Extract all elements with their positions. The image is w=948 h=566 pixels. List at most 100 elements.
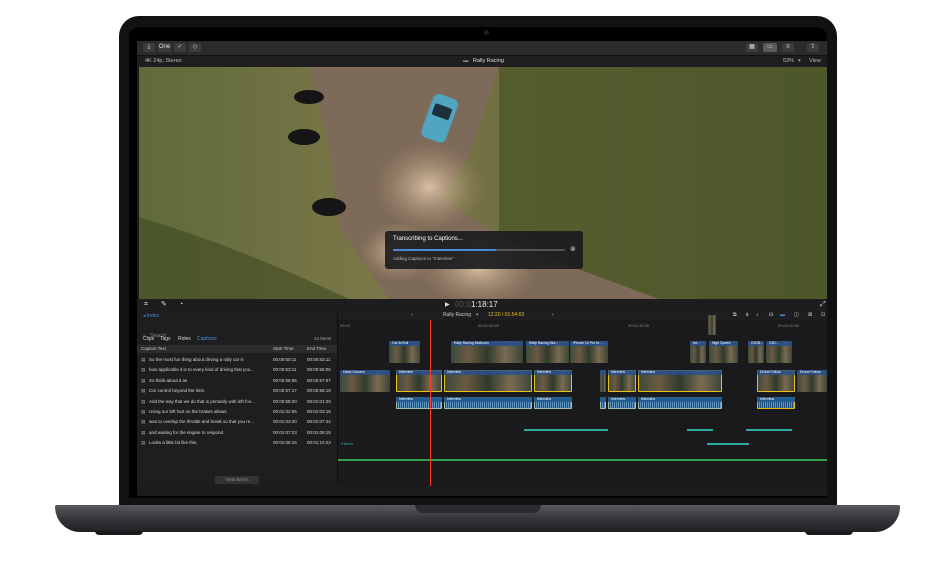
tab-clips[interactable]: Clips <box>143 336 154 342</box>
speed-icon[interactable]: ◔ <box>179 299 183 311</box>
effects-browser-icon[interactable]: ◫ <box>794 311 799 320</box>
snapping-icon[interactable]: ▬ <box>780 311 785 320</box>
audio-clip[interactable] <box>600 397 606 409</box>
grid-view-button[interactable]: ▦ <box>746 43 758 52</box>
caption-start: 00:01:02:06 <box>273 409 297 414</box>
primary-clip[interactable] <box>600 370 606 392</box>
keyword-button[interactable]: One <box>158 43 171 52</box>
index-button[interactable]: ◂ Index <box>143 313 159 319</box>
caption-end: 00:00:53:11 <box>307 357 331 362</box>
share-button[interactable]: ⇪ <box>807 43 819 52</box>
caption-row[interactable]: ▤ So the most fun thing about driving a r… <box>137 355 337 366</box>
history-back-icon[interactable]: ‹ <box>411 311 413 320</box>
close-icon[interactable]: ⊡ <box>821 311 825 320</box>
caption-text: Car control beyond the limit. <box>149 388 206 394</box>
caption-row[interactable]: ▤ Looks a little bit like this. 00:01:09:1… <box>137 438 337 449</box>
transitions-browser-icon[interactable]: ⊠ <box>808 311 812 320</box>
view-errors-button[interactable]: View Errors <box>215 476 259 484</box>
connected-clip[interactable]: Int... <box>690 341 706 363</box>
history-forward-icon[interactable]: › <box>552 311 554 320</box>
marker-clip[interactable] <box>708 315 716 335</box>
audio-skimming-icon[interactable]: ♪ <box>756 311 759 320</box>
column-start-time[interactable]: Start Time <box>273 345 294 353</box>
primary-clip[interactable]: Drone Follow <box>797 370 827 392</box>
laptop-base <box>55 505 900 532</box>
primary-clip[interactable]: Interview <box>608 370 636 392</box>
caption-browser: ◂ Index ⌕ Search Clips Tags Roles Captio… <box>137 311 338 486</box>
audio-waveform <box>608 401 636 409</box>
primary-clip[interactable]: Drone Follow <box>757 370 795 392</box>
caption-row[interactable]: ▤ And the way that we do that is primaril… <box>137 397 337 408</box>
tab-tags[interactable]: Tags <box>160 336 171 342</box>
caption-end: 00:01:01:20 <box>307 398 331 404</box>
background-tasks-button[interactable]: ✓ <box>174 43 186 52</box>
caption-start: 00:01:07:23 <box>273 429 297 435</box>
search-field[interactable]: ⌕ Search <box>143 324 331 339</box>
caption-lane-clip[interactable] <box>746 429 792 431</box>
video-viewer[interactable]: Transcribing to Captions... ⊗ Adding Cap… <box>139 67 827 299</box>
audio-clip[interactable]: Interview <box>608 397 636 409</box>
caption-row[interactable]: ▤ how applicable it is to every kind of d… <box>137 365 337 376</box>
caption-icon: ▤ <box>141 388 146 394</box>
progress-bar <box>393 249 565 251</box>
primary-clip[interactable]: Hand Camera <box>340 370 390 392</box>
fullscreen-icon[interactable]: ⤢ <box>820 299 826 311</box>
item-count: 24 Items <box>314 336 332 341</box>
tag-button[interactable]: ◇ <box>189 43 201 52</box>
primary-clip[interactable]: Interview <box>396 370 442 392</box>
enhance-icon[interactable]: ✎ <box>161 299 167 311</box>
clip-label: Interview <box>534 370 572 375</box>
caption-text: Looks a little bit like this. <box>149 440 198 446</box>
play-button[interactable]: ▶ <box>445 299 450 311</box>
playhead[interactable] <box>430 320 431 486</box>
caption-row[interactable]: ▤ Using our left foot on the brakes allow… <box>137 407 337 418</box>
primary-clip[interactable]: Interview <box>638 370 722 392</box>
column-end-time[interactable]: End Time <box>307 345 326 353</box>
ruler-tick: 00:02:00:00 <box>778 323 800 328</box>
clip-label: Interview <box>608 370 636 375</box>
clip-label: Rally Racing Mul... <box>526 341 569 346</box>
audio-clip[interactable]: Interview <box>534 397 572 409</box>
caption-lane-clip[interactable] <box>707 443 749 445</box>
connected-clip[interactable]: High Speed <box>709 341 738 363</box>
audio-clip[interactable]: Interview <box>396 397 442 409</box>
skimming-icon[interactable]: ⋔ <box>745 311 749 320</box>
connected-clip[interactable]: 24O... <box>766 341 792 363</box>
tab-roles[interactable]: Roles <box>178 336 191 342</box>
clip-appearance-icon[interactable]: ⧉ <box>733 311 737 320</box>
primary-clip[interactable]: Interview <box>534 370 572 392</box>
cancel-icon[interactable]: ⊗ <box>570 245 576 253</box>
caption-row[interactable]: ▤ Car control beyond the limit. 00:00:57:1… <box>137 386 337 397</box>
caption-row[interactable]: ▤ was to overlap the throttle and break s… <box>137 417 337 428</box>
zoom-menu[interactable]: 53% <box>783 56 794 67</box>
audio-clip[interactable]: Interview <box>757 397 795 409</box>
caption-lane-clip[interactable] <box>687 429 713 431</box>
timeline-header: ‹ Rally Racing ▾ 12:20 / 01:54:03 › ⧉ ⋔ … <box>338 311 827 320</box>
timeline-project-name[interactable]: Rally Racing <box>443 311 471 320</box>
column-caption-text[interactable]: Caption Text <box>141 345 166 353</box>
tab-captions[interactable]: Captions <box>197 336 217 342</box>
connected-clip[interactable]: Rally Racing Mul... <box>526 341 569 363</box>
primary-clip[interactable]: Interview <box>444 370 532 392</box>
timeline-ruler[interactable]: 00:00 00:01:00:00 00:01:30:00 00:02:00:0… <box>338 323 827 329</box>
import-button[interactable]: ⤓ <box>143 43 155 52</box>
audio-clip[interactable]: Interview <box>444 397 532 409</box>
filmstrip-view-button[interactable]: ▭ <box>763 43 777 52</box>
connected-clip[interactable]: 24OB... <box>748 341 764 363</box>
solo-icon[interactable]: ☊ <box>769 311 773 320</box>
lid-notch <box>415 505 541 513</box>
caption-row[interactable]: ▤ So think about it as 00:00:56:06 00:00:57… <box>137 376 337 387</box>
connected-clip[interactable]: iPhone 16 Pro fo... <box>570 341 608 363</box>
caption-row[interactable]: ▤ and waiting for the engine to respond. 0… <box>137 428 337 439</box>
audio-clip[interactable]: Interview <box>638 397 722 409</box>
caption-text: So think about it as <box>149 377 188 383</box>
grid-view-icon: ▦ <box>749 44 755 50</box>
connected-clip[interactable]: Car B-Roll <box>389 341 420 363</box>
view-menu[interactable]: View <box>809 56 821 67</box>
transform-icon[interactable]: ⌗ <box>144 299 148 311</box>
clip-label: Car B-Roll <box>389 341 420 346</box>
inspector-button[interactable]: ≡ <box>782 43 794 52</box>
connected-clip[interactable]: Rally Racing Multicam <box>451 341 523 363</box>
caption-lane-clip[interactable] <box>524 429 608 431</box>
audio-waveform <box>444 401 532 409</box>
